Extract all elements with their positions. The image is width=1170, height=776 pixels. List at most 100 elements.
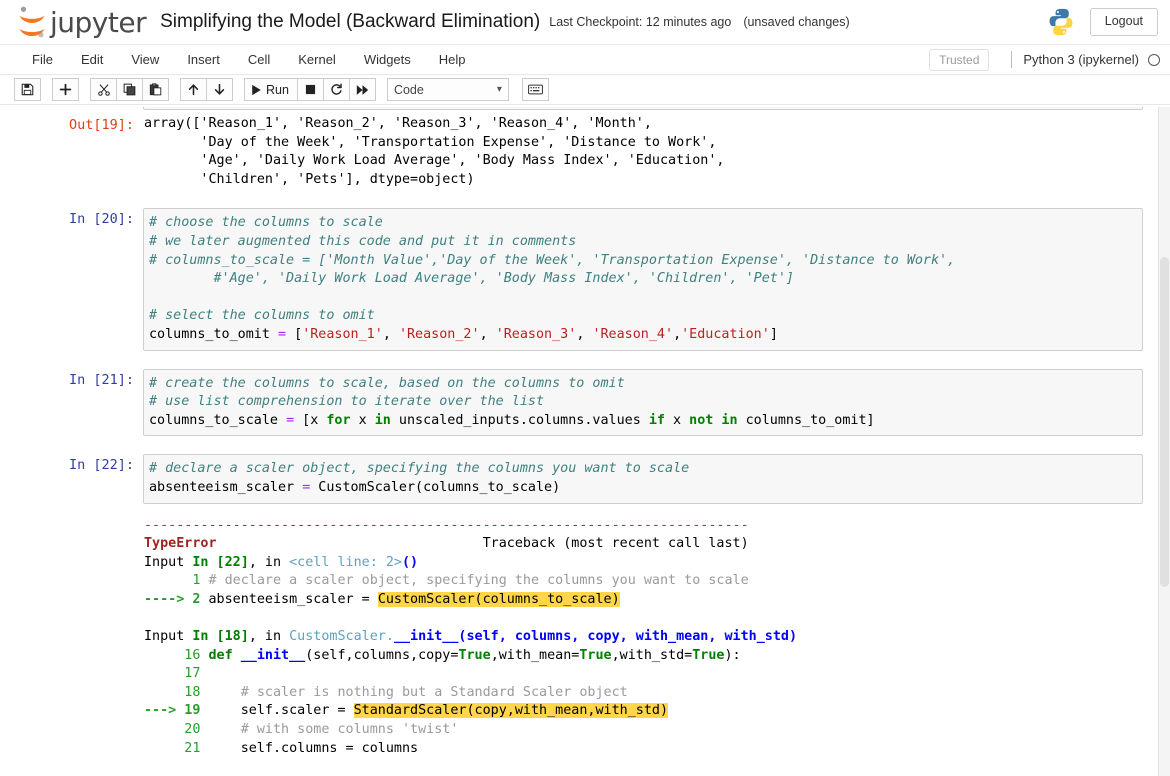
- code-text-21: # create the columns to scale, based on …: [149, 375, 875, 428]
- traceback-frame2-input-label: Input: [144, 629, 193, 645]
- vertical-scrollbar-track[interactable]: [1158, 107, 1170, 776]
- output-prompt-19: Out[19]:: [68, 117, 134, 133]
- paste-icon: [149, 83, 162, 96]
- traceback-frame2-cell: In [18]: [192, 629, 249, 645]
- restart-circular-arrow-icon: [331, 83, 342, 95]
- menu-item-kernel[interactable]: Kernel: [284, 47, 350, 72]
- command-palette-button[interactable]: [521, 78, 549, 101]
- last-checkpoint-label: Last Checkpoint: 12 minutes ago: [549, 15, 732, 29]
- move-cell-down-button[interactable]: [206, 78, 233, 101]
- kernel-idle-circle-icon[interactable]: [1148, 53, 1160, 66]
- divider: [1011, 51, 1013, 68]
- kernel-name-label[interactable]: Python 3 (ipykernel): [1023, 52, 1139, 67]
- notebook-toolbar: Run Code ▾: [0, 75, 1170, 105]
- cut-cell-button[interactable]: [90, 78, 117, 101]
- toolbar-group-run: Run: [244, 78, 376, 101]
- traceback-frame2-line18-code: # scaler is nothing but a Standard Scale…: [208, 684, 628, 700]
- code-editor-21[interactable]: # create the columns to scale, based on …: [143, 368, 1143, 437]
- input-prompt-20: In [20]:: [68, 211, 134, 228]
- logout-button[interactable]: Logout: [1089, 8, 1158, 36]
- insert-cell-below-button[interactable]: [52, 78, 79, 101]
- arrow-down-icon: [214, 83, 225, 95]
- page-title[interactable]: Simplifying the Model (Backward Eliminat…: [160, 11, 540, 33]
- menu-item-help[interactable]: Help: [425, 47, 480, 72]
- traceback-frame2-line21-code: self.columns = columns: [208, 740, 419, 756]
- notebook-header: jupyter Simplifying the Model (Backward …: [0, 0, 1170, 45]
- run-button-label: Run: [266, 82, 289, 97]
- code-cell-20[interactable]: In [20]: # choose the columns to scale #…: [0, 208, 1158, 351]
- menu-bar: File Edit View Insert Cell Kernel Widget…: [0, 45, 1170, 75]
- traceback-frame2-line19-highlight: StandardScaler(copy,with_mean,with_std): [353, 703, 669, 719]
- chevron-down-icon: ▾: [496, 84, 502, 95]
- traceback-frame1-parens: (): [402, 554, 419, 570]
- notebook-cell-container: Out[19]: array(['Reason_1', 'Reason_2', …: [0, 107, 1170, 776]
- cell-type-select[interactable]: Code ▾: [386, 78, 509, 101]
- copy-icon: [123, 83, 136, 96]
- paste-cell-button[interactable]: [142, 78, 169, 101]
- traceback-frame2-line20-no: 20: [144, 722, 209, 738]
- play-triangle-icon: [252, 84, 261, 95]
- arrow-up-icon: [188, 84, 199, 96]
- stop-square-icon: [305, 84, 316, 95]
- vertical-scrollbar-thumb[interactable]: [1160, 257, 1169, 587]
- move-cell-up-button[interactable]: [180, 78, 207, 101]
- traceback-frame2-mid: , in: [248, 629, 290, 645]
- copy-cell-button[interactable]: [116, 78, 143, 101]
- traceback-frame1-line2-pre: absenteeism_scaler =: [208, 591, 378, 607]
- jupyter-mark-icon: [19, 6, 45, 38]
- traceback-frame2-line20-code: # with some columns 'twist': [208, 722, 459, 738]
- traceback-frame2-line16-no: 16: [144, 647, 209, 663]
- traceback-frame1-input-label: Input: [144, 554, 193, 570]
- error-output-cell-22: ----------------------------------------…: [0, 516, 1158, 776]
- traceback-error-type: TypeError: [144, 536, 217, 552]
- python-logo-icon: [1049, 8, 1073, 36]
- code-editor-20[interactable]: # choose the columns to scale # we later…: [143, 208, 1143, 351]
- traceback-separator: ----------------------------------------…: [144, 517, 749, 533]
- output-area-19: array(['Reason_1', 'Reason_2', 'Reason_3…: [143, 114, 1143, 190]
- traceback-frame1-cell: In [22]: [192, 554, 249, 570]
- code-editor-22[interactable]: # declare a scaler object, specifying th…: [143, 454, 1143, 504]
- toolbar-group-palette: [521, 78, 549, 101]
- traceback-frame1-line1-no: 1: [144, 573, 209, 589]
- traceback-frame2-arrow: ---> 19: [144, 703, 209, 719]
- toolbar-group-insert: [52, 78, 79, 101]
- menu-item-insert[interactable]: Insert: [173, 47, 234, 72]
- traceback-frame2-line19-pre: self.scaler =: [208, 703, 354, 719]
- cell-type-value: Code: [393, 82, 424, 97]
- input-prompt-22: In [22]:: [68, 457, 134, 474]
- traceback-frame2-line21-no: 21: [144, 740, 209, 756]
- traceback-frame1-line1-code: # declare a scaler object, specifying th…: [208, 573, 749, 589]
- restart-and-run-all-button[interactable]: [348, 78, 376, 101]
- save-button[interactable]: [14, 78, 41, 101]
- toolbar-group-save: [14, 78, 41, 101]
- fast-forward-icon: [356, 84, 369, 95]
- traceback-frame2-line18-no: 18: [144, 684, 209, 700]
- traceback-text: ----------------------------------------…: [144, 517, 798, 756]
- toolbar-group-move: [180, 78, 233, 101]
- jupyter-wordmark: jupyter: [50, 5, 147, 39]
- traceback-frame1-mid: , in: [248, 554, 290, 570]
- menu-item-cell[interactable]: Cell: [234, 47, 284, 72]
- scissors-icon: [97, 84, 110, 96]
- interrupt-kernel-button[interactable]: [296, 78, 324, 101]
- header-right-group: Logout: [1046, 7, 1158, 37]
- toolbar-group-clipboard: [90, 78, 169, 101]
- menu-item-view[interactable]: View: [117, 47, 173, 72]
- output-cell-19: Out[19]: array(['Reason_1', 'Reason_2', …: [0, 114, 1158, 190]
- output-text-19: array(['Reason_1', 'Reason_2', 'Reason_3…: [144, 116, 725, 187]
- code-text-20: # choose the columns to scale # we later…: [149, 215, 956, 342]
- jupyter-logo[interactable]: jupyter: [16, 5, 147, 39]
- traceback-frame2-func: __init__(self, columns, copy, with_mean,…: [393, 629, 798, 645]
- menu-item-file[interactable]: File: [18, 47, 67, 72]
- code-cell-21[interactable]: In [21]: # create the columns to scale, …: [0, 368, 1158, 437]
- run-button[interactable]: Run: [244, 78, 298, 101]
- trusted-badge[interactable]: Trusted: [929, 48, 990, 71]
- restart-kernel-button[interactable]: [322, 78, 350, 101]
- error-output-prompt: [0, 516, 143, 776]
- partially-scrolled-cell[interactable]: [143, 107, 1143, 110]
- code-cell-22[interactable]: In [22]: # declare a scaler object, spec…: [0, 454, 1158, 504]
- menu-item-edit[interactable]: Edit: [67, 47, 117, 72]
- traceback-frame1-scope: <cell line: 2>: [289, 554, 402, 570]
- input-prompt-21: In [21]:: [68, 371, 134, 388]
- menu-item-widgets[interactable]: Widgets: [350, 47, 425, 72]
